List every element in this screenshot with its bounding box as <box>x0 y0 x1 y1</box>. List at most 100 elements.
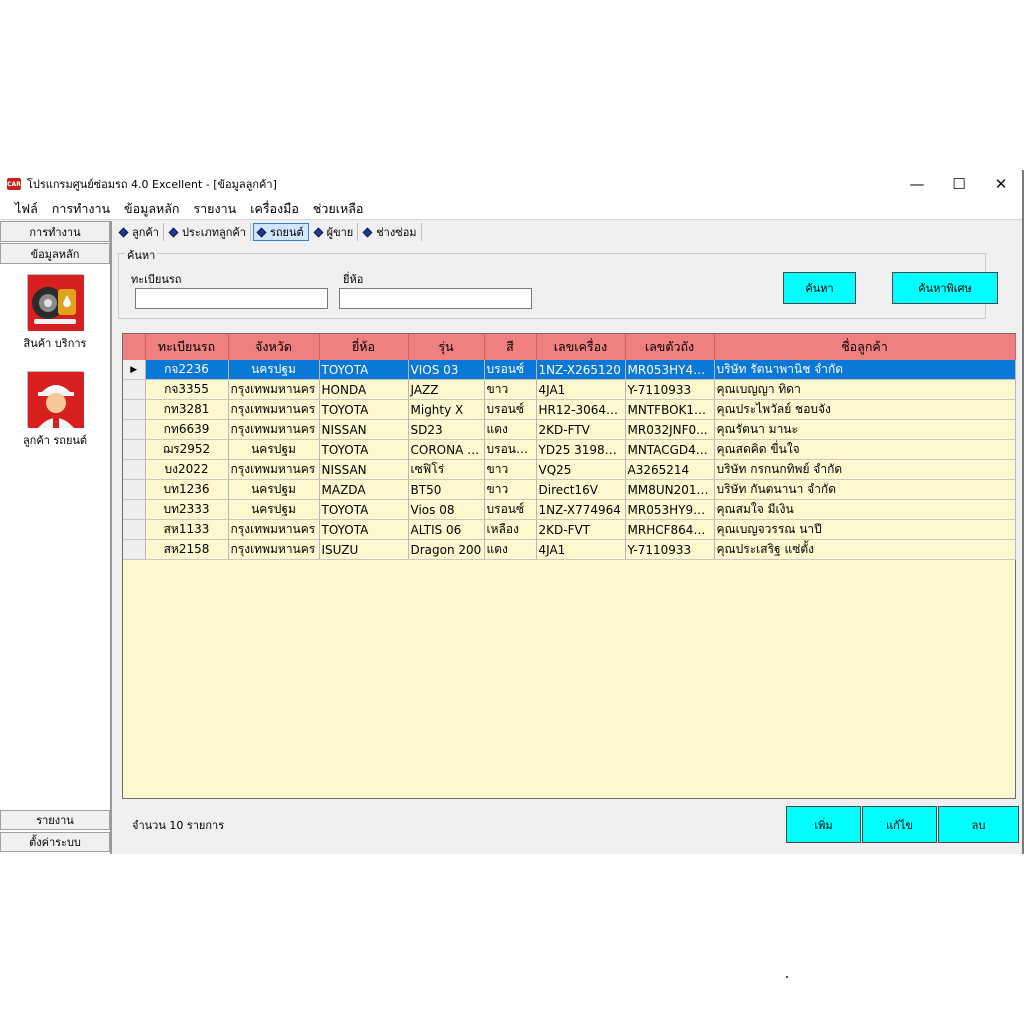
table-cell: MR053HY42... <box>625 360 715 381</box>
table-row[interactable]: สห1133 กรุงเทพมหานคร TOYOTA ALTIS 06 เหลือง 2… <box>123 519 1016 541</box>
table-cell: 2KD-FVT <box>536 519 626 541</box>
row-indicator[interactable] <box>123 459 146 481</box>
table-cell: กท6639 <box>145 419 229 441</box>
table-cell: บท1236 <box>145 479 229 501</box>
table-cell: บรอนซ์ <box>484 499 537 521</box>
table-row[interactable]: บง2022 กรุงเทพมหานคร NISSAN เซฟิโร่ ขาว VQ25 A… <box>123 459 1016 481</box>
table-cell: BT50 <box>408 479 485 501</box>
table-cell: บรอนซ์ <box>484 399 537 421</box>
table-cell: ALTIS 06 <box>408 519 485 541</box>
delete-button[interactable]: ลบ <box>938 806 1019 843</box>
menu-work[interactable]: การทำงาน <box>45 199 117 219</box>
table-cell: แดง <box>484 419 537 441</box>
search-button[interactable]: ค้นหา <box>783 272 856 304</box>
row-indicator[interactable]: ▶ <box>123 360 146 381</box>
col-color[interactable]: สี <box>484 334 537 360</box>
table-cell: ขาว <box>484 459 537 481</box>
search-group: ค้นหา ทะเบียนรถ ยี่ห้อ ค้นหา ค้นหาพิเศษ <box>118 246 998 319</box>
table-row[interactable]: บท1236 นครปฐม MAZDA BT50 ขาว Direct16V MM8UN20… <box>123 479 1016 501</box>
table-cell: MAZDA <box>319 479 409 501</box>
table-cell: Mighty X <box>408 399 485 421</box>
table-cell: สห1133 <box>145 519 229 541</box>
nav-header-work[interactable]: การทำงาน <box>0 221 110 242</box>
table-cell: 4JA1 <box>536 539 626 561</box>
table-cell: คุณสมใจ มีเงิน <box>714 499 1016 521</box>
plate-input[interactable] <box>135 288 328 309</box>
sub-tab-bar: ลูกค้า ประเภทลูกค้า รถยนต์ ผู้ขาย ช่างซ่… <box>114 221 424 243</box>
table-cell: MNTFBOK13... <box>625 399 715 421</box>
table-cell: TOYOTA <box>319 519 409 541</box>
left-nav-panel: การทำงาน ข้อมูลหลัก สินค้า บริการ ลูกค้า… <box>0 221 112 854</box>
table-cell: NISSAN <box>319 419 409 441</box>
tire-oil-icon <box>27 274 84 331</box>
nav-footer-settings[interactable]: ตั้งค่าระบบ <box>0 832 110 852</box>
tab-cars[interactable]: รถยนต์ <box>252 223 309 241</box>
table-cell: Direct16V <box>536 479 626 501</box>
col-chassis-no[interactable]: เลขตัวถัง <box>625 334 715 360</box>
col-model[interactable]: รุ่น <box>408 334 485 360</box>
row-indicator[interactable] <box>123 499 146 521</box>
close-button[interactable]: ✕ <box>980 170 1022 198</box>
table-row[interactable]: กท3281 กรุงเทพมหานคร TOYOTA Mighty X บรอนซ์ H… <box>123 399 1016 421</box>
row-indicator[interactable] <box>123 419 146 441</box>
add-button[interactable]: เพิ่ม <box>786 806 861 843</box>
tab-customer[interactable]: ลูกค้า <box>116 223 164 241</box>
table-cell: คุณประไพวัลย์ ชอบจัง <box>714 399 1016 421</box>
nav-footer-report[interactable]: รายงาน <box>0 810 110 830</box>
table-cell: กรุงเทพมหานคร <box>228 539 320 561</box>
edit-button[interactable]: แก้ไข <box>862 806 937 843</box>
table-cell: เซฟิโร่ <box>408 459 485 481</box>
table-cell: ขาว <box>484 479 537 501</box>
table-cell: TOYOTA <box>319 399 409 421</box>
menu-tools[interactable]: เครื่องมือ <box>243 199 306 219</box>
row-indicator[interactable] <box>123 539 146 561</box>
table-cell: Vios 08 <box>408 499 485 521</box>
advanced-search-button[interactable]: ค้นหาพิเศษ <box>892 272 998 304</box>
table-row[interactable]: กจ3355 กรุงเทพมหานคร HONDA JAZZ ขาว 4JA1 Y-711… <box>123 379 1016 401</box>
table-cell: คุณเบญจวรรณ นาปี <box>714 519 1016 541</box>
nav-header-master[interactable]: ข้อมูลหลัก <box>0 243 110 264</box>
table-row[interactable]: สห2158 กรุงเทพมหานคร ISUZU Dragon 200 แดง 4JA… <box>123 539 1016 561</box>
menu-report[interactable]: รายงาน <box>186 199 243 219</box>
tool-customers-cars[interactable]: ลูกค้า รถยนต์ <box>0 371 110 449</box>
brand-input[interactable] <box>339 288 532 309</box>
table-cell: บรอนซ์ฟ้า <box>484 439 537 461</box>
row-indicator[interactable] <box>123 399 146 421</box>
row-indicator[interactable] <box>123 519 146 541</box>
table-cell: บง2022 <box>145 459 229 481</box>
table-row[interactable]: ▶ กจ2236 นครปฐม TOYOTA VIOS 03 บรอนซ์ 1NZ-X265… <box>123 360 1016 381</box>
table-row[interactable]: บท2333 นครปฐม TOYOTA Vios 08 บรอนซ์ 1NZ-X7749… <box>123 499 1016 521</box>
table-cell: VQ25 <box>536 459 626 481</box>
table-cell: A3265214 <box>625 459 715 481</box>
col-engine-no[interactable]: เลขเครื่อง <box>536 334 626 360</box>
col-plate[interactable]: ทะเบียนรถ <box>145 334 229 360</box>
tab-mechanic[interactable]: ช่างซ่อม <box>360 223 422 241</box>
table-cell: เหลือง <box>484 519 537 541</box>
menu-master-data[interactable]: ข้อมูลหลัก <box>117 199 186 219</box>
table-cell: นครปฐม <box>228 439 320 461</box>
table-row[interactable]: ฌร2952 นครปฐม TOYOTA CORONA RT บรอนซ์ฟ้า YD25… <box>123 439 1016 461</box>
tool-products-services[interactable]: สินค้า บริการ <box>0 274 110 352</box>
row-indicator[interactable] <box>123 379 146 401</box>
brand-label: ยี่ห้อ <box>343 273 364 286</box>
col-province[interactable]: จังหวัด <box>228 334 320 360</box>
maximize-button[interactable]: ☐ <box>938 170 980 198</box>
table-cell: กรุงเทพมหานคร <box>228 419 320 441</box>
table-cell: คุณสดคิด ขื่นใจ <box>714 439 1016 461</box>
table-cell: ขาว <box>484 379 537 401</box>
tab-seller[interactable]: ผู้ขาย <box>311 223 359 241</box>
col-brand[interactable]: ยี่ห้อ <box>319 334 409 360</box>
table-cell: ISUZU <box>319 539 409 561</box>
table-row[interactable]: กท6639 กรุงเทพมหานคร NISSAN SD23 แดง 2KD-FTV M… <box>123 419 1016 441</box>
col-customer-name[interactable]: ชื่อลูกค้า <box>714 334 1016 360</box>
minimize-button[interactable]: — <box>896 170 938 198</box>
row-indicator[interactable] <box>123 439 146 461</box>
tab-customer-type[interactable]: ประเภทลูกค้า <box>166 223 251 241</box>
table-cell: MR032JNF0... <box>625 419 715 441</box>
record-count: จำนวน 10 รายการ <box>132 819 225 832</box>
row-indicator[interactable] <box>123 479 146 501</box>
menu-help[interactable]: ช่วยเหลือ <box>306 199 371 219</box>
main-content: ลูกค้า ประเภทลูกค้า รถยนต์ ผู้ขาย ช่างซ่… <box>114 221 1022 978</box>
menu-file[interactable]: ไฟล์ <box>8 199 45 219</box>
plate-label: ทะเบียนรถ <box>131 273 182 286</box>
